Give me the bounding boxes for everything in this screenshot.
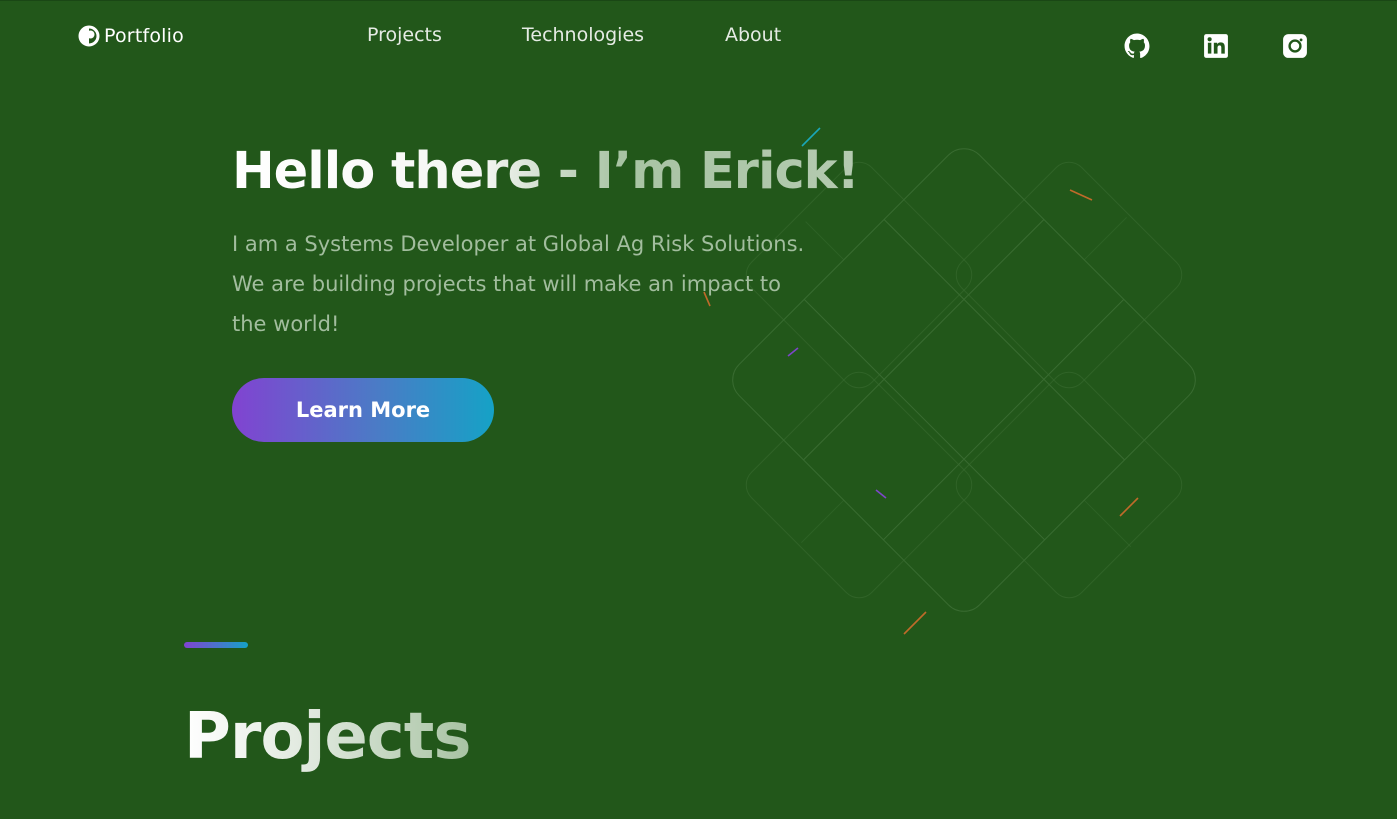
github-icon xyxy=(1124,33,1150,59)
github-link[interactable] xyxy=(1124,33,1150,59)
logo-text: Portfolio xyxy=(104,25,184,47)
section-divider xyxy=(184,642,248,648)
projects-section-title: Projects xyxy=(184,700,471,774)
nav-link-projects[interactable]: Projects xyxy=(367,24,442,46)
linkedin-icon xyxy=(1203,33,1229,59)
nav-link-technologies[interactable]: Technologies xyxy=(522,24,644,46)
site-header: Portfolio Projects Technologies About xyxy=(0,0,1397,80)
learn-more-button[interactable]: Learn More xyxy=(232,378,494,442)
nav-link-about[interactable]: About xyxy=(725,24,781,46)
logo-link[interactable]: Portfolio xyxy=(78,22,184,50)
hero-description: I am a Systems Developer at Global Ag Ri… xyxy=(232,232,805,336)
hero-title: Hello there - I’m Erick! xyxy=(232,142,860,201)
linkedin-link[interactable] xyxy=(1203,33,1229,59)
logo-icon xyxy=(78,25,100,47)
instagram-link[interactable] xyxy=(1282,33,1308,59)
instagram-icon xyxy=(1282,33,1308,59)
